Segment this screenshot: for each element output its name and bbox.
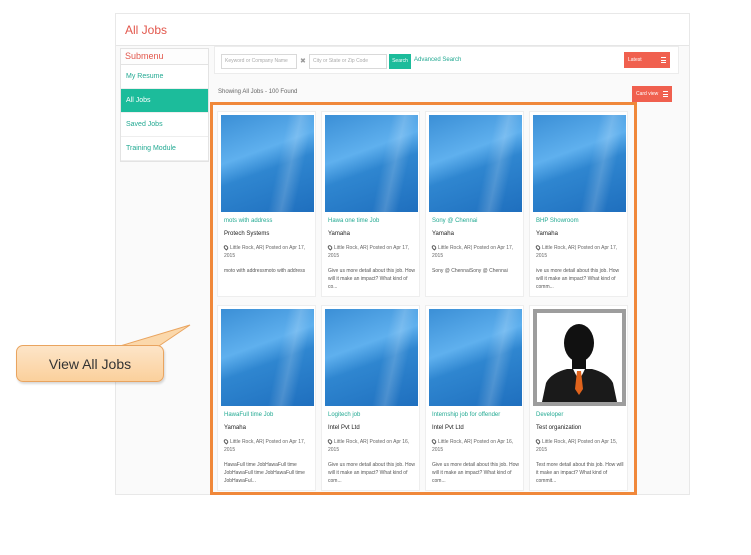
sidebar-item-saved-jobs[interactable]: Saved Jobs [121, 113, 208, 137]
job-description: Give us more detail about this job. How … [432, 462, 519, 484]
person-silhouette-icon [542, 324, 617, 402]
job-location-date: Little Rock, AR| Posted on Apr 17, 2015 [432, 245, 514, 259]
job-card[interactable]: Internship job for offender Intel Pvt Lt… [425, 305, 524, 491]
job-meta: Little Rock, AR| Posted on Apr 17, 2015 [222, 438, 314, 454]
sort-label: Latest [628, 57, 642, 63]
job-location-date: Little Rock, AR| Posted on Apr 16, 2015 [432, 439, 514, 453]
job-title[interactable]: Developer [536, 412, 563, 418]
menu-icon [663, 91, 668, 97]
app-frame: All Jobs Submenu My Resume All Jobs Save… [115, 13, 690, 495]
job-card[interactable]: Sony @ Chennai Yamaha Little Rock, AR| P… [425, 111, 524, 297]
job-title[interactable]: Sony @ Chennai [432, 218, 477, 224]
job-title[interactable]: Logitech job [328, 412, 360, 418]
separator-icon: ✖ [300, 58, 306, 65]
job-meta: Little Rock, AR| Posted on Apr 17, 2015 [534, 244, 626, 260]
job-card[interactable]: Hawa one time Job Yamaha Little Rock, AR… [321, 111, 420, 297]
submenu-heading: Submenu [121, 49, 208, 65]
job-company: Yamaha [224, 425, 246, 431]
job-meta: Little Rock, AR| Posted on Apr 17, 2015 [222, 244, 314, 260]
job-meta: Little Rock, AR| Posted on Apr 17, 2015 [430, 244, 522, 260]
job-location-date: Little Rock, AR| Posted on Apr 17, 2015 [224, 439, 306, 453]
location-input[interactable]: City or State or Zip Code [309, 54, 387, 69]
page-header: All Jobs [116, 14, 689, 46]
job-title[interactable]: Hawa one time Job [328, 218, 379, 224]
page-title: All Jobs [125, 23, 168, 37]
job-title[interactable]: BHP Showroom [536, 218, 579, 224]
job-company: Yamaha [432, 231, 454, 237]
job-image [221, 309, 314, 406]
keyword-input[interactable]: Keyword or Company Name [221, 54, 297, 69]
job-image [325, 115, 418, 212]
job-description: Sony @ ChennaiSony @ Chennai [432, 268, 508, 274]
job-description: moto with addressmoto with address [224, 268, 306, 274]
location-pin-icon [326, 244, 334, 251]
location-pin-icon [222, 244, 230, 251]
location-pin-icon [534, 244, 542, 251]
job-location-date: Little Rock, AR| Posted on Apr 16, 2015 [328, 439, 410, 453]
location-pin-icon [222, 438, 230, 445]
search-button[interactable]: Search [389, 54, 411, 69]
job-image [325, 309, 418, 406]
job-location-date: Little Rock, AR| Posted on Apr 17, 2015 [536, 245, 618, 259]
job-company: Intel Pvt Ltd [328, 425, 360, 431]
job-image [221, 115, 314, 212]
job-image [533, 115, 626, 212]
search-bar: Keyword or Company Name ✖ City or State … [214, 46, 679, 74]
location-pin-icon [430, 244, 438, 251]
sort-latest-button[interactable]: Latest [624, 52, 670, 68]
view-all-jobs-callout: View All Jobs [16, 345, 164, 382]
advanced-search-link[interactable]: Advanced Search [414, 57, 461, 63]
job-company: Test organization [536, 425, 582, 431]
job-company: Yamaha [536, 231, 558, 237]
job-card[interactable]: Logitech job Intel Pvt Ltd Little Rock, … [321, 305, 420, 491]
job-company: Protech Systems [224, 231, 270, 237]
job-card[interactable]: HawaFull time Job Yamaha Little Rock, AR… [217, 305, 316, 491]
location-pin-icon [326, 438, 334, 445]
job-description: Give us more detail about this job. How … [328, 268, 415, 290]
job-company: Yamaha [328, 231, 350, 237]
card-view-button[interactable]: Card view [632, 86, 672, 102]
avatar-silhouette-image [533, 309, 626, 406]
job-card[interactable]: mots with address Protech Systems Little… [217, 111, 316, 297]
callout-label: View All Jobs [48, 356, 132, 372]
job-description: Give us more detail about this job. How … [328, 462, 415, 484]
job-card[interactable]: BHP Showroom Yamaha Little Rock, AR| Pos… [529, 111, 628, 297]
job-description: HawaFull time JobHawaFull time JobHawaFu… [224, 462, 305, 484]
job-image [429, 309, 522, 406]
job-company: Intel Pvt Ltd [432, 425, 464, 431]
sidebar-item-training-module[interactable]: Training Module [121, 137, 208, 161]
job-card[interactable]: Developer Test organization Little Rock,… [529, 305, 628, 491]
job-description: ive us more detail about this job. How w… [536, 268, 620, 290]
job-description: Test more detail about this job. How wil… [536, 462, 624, 484]
job-meta: Little Rock, AR| Posted on Apr 16, 2015 [326, 438, 418, 454]
sidebar-item-my-resume[interactable]: My Resume [121, 65, 208, 89]
sidebar-item-all-jobs[interactable]: All Jobs [121, 89, 208, 113]
location-pin-icon [534, 438, 542, 445]
menu-icon [661, 57, 666, 63]
view-label: Card view [636, 91, 659, 97]
job-title[interactable]: mots with address [224, 218, 272, 224]
job-title[interactable]: Internship job for offender [432, 412, 500, 418]
results-summary: Showing All Jobs - 100 Found [218, 89, 298, 95]
job-image [429, 115, 522, 212]
job-location-date: Little Rock, AR| Posted on Apr 17, 2015 [328, 245, 410, 259]
sidebar: Submenu My Resume All Jobs Saved Jobs Tr… [120, 48, 209, 162]
job-title[interactable]: HawaFull time Job [224, 412, 273, 418]
job-meta: Little Rock, AR| Posted on Apr 17, 2015 [326, 244, 418, 260]
job-meta: Little Rock, AR| Posted on Apr 15, 2015 [534, 438, 626, 454]
location-pin-icon [430, 438, 438, 445]
job-meta: Little Rock, AR| Posted on Apr 16, 2015 [430, 438, 522, 454]
job-location-date: Little Rock, AR| Posted on Apr 15, 2015 [536, 439, 618, 453]
job-location-date: Little Rock, AR| Posted on Apr 17, 2015 [224, 245, 306, 259]
